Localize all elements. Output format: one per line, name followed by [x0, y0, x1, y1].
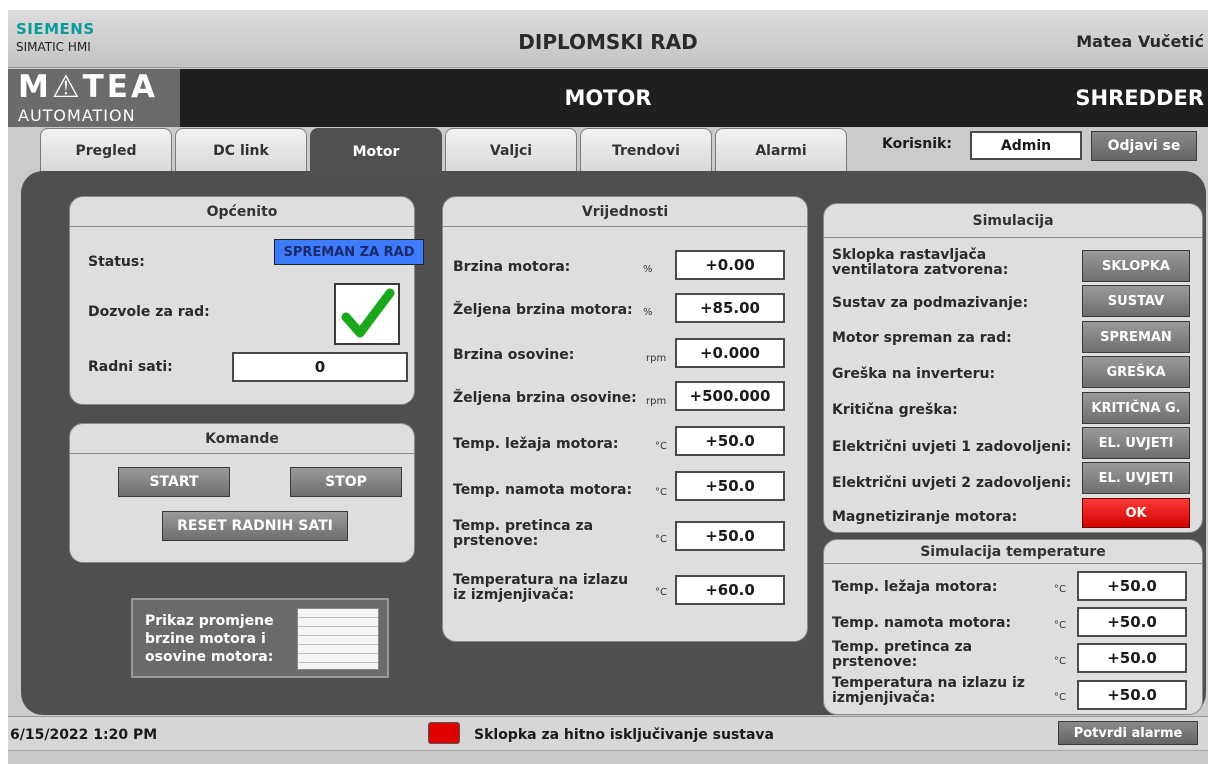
emergency-stop-label: Sklopka za hitno isključivanje sustava — [474, 727, 775, 743]
simulation-title: Simulacija — [824, 204, 1202, 238]
sim-magnetization-button[interactable]: OK — [1082, 498, 1190, 528]
temp-sim-row-label: Temp. ležaja motora: — [832, 579, 998, 595]
value-row-unit: °C — [655, 534, 667, 545]
temp-sim-row-label: Temperatura na izlazu iz izmjenjivača: — [832, 675, 1025, 706]
tab-motor[interactable]: Motor — [310, 128, 442, 174]
status-bar: 6/15/2022 1:20 PM Sklopka za hitno isklj… — [8, 716, 1208, 750]
start-button[interactable]: START — [118, 467, 230, 497]
temp-sim-row-unit: °C — [1054, 620, 1066, 631]
hours-label: Radni sati: — [88, 359, 173, 375]
temp-sim-ring-field[interactable]: +50.0 — [1077, 643, 1187, 673]
tab-pregled[interactable]: Pregled — [40, 128, 172, 172]
sim-row-label: Električni uvjeti 2 zadovoljeni: — [832, 475, 1072, 491]
value-row-label: Željena brzina osovine: — [453, 390, 637, 406]
sim-row-label: Greška na inverteru: — [832, 366, 996, 382]
emergency-stop-indicator — [428, 722, 460, 744]
sim-row-label: Sklopka rastavljača ventilatora zatvoren… — [832, 247, 1009, 278]
exchanger-outlet-temp-field: +60.0 — [675, 575, 785, 605]
value-row-label: Temp. namota motora: — [453, 482, 633, 498]
reset-hours-button[interactable]: RESET RADNIH SATI — [162, 511, 348, 541]
sim-row-label: Magnetiziranje motora: — [832, 509, 1018, 525]
user-field: Admin — [970, 131, 1082, 160]
temp-sim-row-label: Temp. pretinca za prstenove: — [832, 639, 973, 670]
sim-row-label: Sustav za podmazivanje: — [832, 295, 1029, 311]
acknowledge-alarms-button[interactable]: Potvrdi alarme — [1058, 721, 1198, 745]
value-row-unit: °C — [655, 487, 667, 498]
sim-lubrication-button[interactable]: SUSTAV — [1082, 285, 1190, 317]
permissions-indicator — [334, 283, 400, 345]
temp-sim-row-label: Temp. namota motora: — [832, 615, 1012, 631]
status-value: SPREMAN ZA RAD — [274, 239, 424, 265]
speed-trend-label: Prikaz promjene brzine motora i osovine … — [145, 613, 274, 665]
tab-valjci[interactable]: Valjci — [445, 128, 577, 172]
sim-electrical-1-button[interactable]: EL. UVJETI — [1082, 427, 1190, 459]
temp-simulation-title: Simulacija temperature — [824, 540, 1202, 564]
target-shaft-speed-field: +500.000 — [675, 381, 785, 411]
shaft-speed-field: +0.000 — [675, 338, 785, 368]
main-panel: Općenito Status: SPREMAN ZA RAD Dozvole … — [21, 171, 1206, 715]
title-bar: SIEMENS SIMATIC HMI DIPLOMSKI RAD Matea … — [8, 10, 1208, 68]
sim-ready-button[interactable]: SPREMAN — [1082, 321, 1190, 353]
ring-compartment-temp-field: +50.0 — [675, 521, 785, 551]
machine-name: SHREDDER — [1075, 86, 1204, 110]
values-title: Vrijednosti — [443, 197, 807, 227]
temp-sim-row-unit: °C — [1054, 584, 1066, 595]
commands-panel: Komande START STOP RESET RADNIH SATI — [69, 423, 415, 563]
sim-row-label: Električni uvjeti 1 zadovoljeni: — [832, 439, 1072, 455]
tab-dc-link[interactable]: DC link — [175, 128, 307, 172]
hmi-window: SIEMENS SIMATIC HMI DIPLOMSKI RAD Matea … — [8, 10, 1208, 764]
commands-title: Komande — [70, 424, 414, 454]
trend-table-icon — [297, 608, 379, 670]
user-label: Korisnik: — [882, 136, 952, 152]
sim-row-label: Kritična greška: — [832, 402, 958, 418]
sim-switch-button[interactable]: SKLOPKA — [1082, 250, 1190, 282]
simulation-panel: Simulacija Sklopka rastavljača ventilato… — [823, 203, 1203, 533]
values-panel: Vrijednosti Brzina motora: % +0.00 Želje… — [442, 196, 808, 642]
author-name: Matea Vučetić — [1076, 32, 1204, 51]
general-panel: Općenito Status: SPREMAN ZA RAD Dozvole … — [69, 196, 424, 405]
value-row-unit: rpm — [646, 396, 667, 407]
stop-button[interactable]: STOP — [290, 467, 402, 497]
winding-temp-field: +50.0 — [675, 471, 785, 501]
temp-simulation-panel: Simulacija temperature Temp. ležaja moto… — [823, 539, 1203, 715]
tab-trendovi[interactable]: Trendovi — [580, 128, 712, 172]
sim-critical-fault-button[interactable]: KRITIČNA G. — [1082, 392, 1190, 424]
target-motor-speed-field: +85.00 — [675, 293, 785, 323]
sim-inverter-fault-button[interactable]: GREŠKA — [1082, 356, 1190, 388]
temp-sim-row-unit: °C — [1054, 656, 1066, 667]
value-row-unit: % — [643, 307, 653, 318]
datetime: 6/15/2022 1:20 PM — [10, 727, 158, 743]
app-title: DIPLOMSKI RAD — [518, 30, 698, 54]
temp-sim-winding-field[interactable]: +50.0 — [1077, 607, 1187, 637]
value-row-unit: °C — [655, 587, 667, 598]
value-row-unit: % — [643, 264, 653, 275]
bearing-temp-field: +50.0 — [675, 426, 785, 456]
checkmark-icon — [341, 288, 395, 338]
temp-sim-exchanger-field[interactable]: +50.0 — [1077, 680, 1187, 710]
value-row-label: Brzina osovine: — [453, 347, 575, 363]
value-row-label: Brzina motora: — [453, 259, 571, 275]
logout-button[interactable]: Odjavi se — [1091, 131, 1197, 161]
temp-sim-row-unit: °C — [1054, 692, 1066, 703]
value-row-label: Temp. pretinca za prstenove: — [453, 518, 594, 549]
screen-title: MOTOR — [564, 86, 652, 110]
value-row-label: Temperatura na izlazu iz izmjenjivača: — [453, 572, 629, 603]
sim-electrical-2-button[interactable]: EL. UVJETI — [1082, 462, 1190, 494]
sim-row-label: Motor spreman za rad: — [832, 330, 1012, 346]
value-row-unit: °C — [655, 441, 667, 452]
general-title: Općenito — [70, 197, 414, 227]
permissions-label: Dozvole za rad: — [88, 304, 210, 320]
motor-speed-field: +0.00 — [675, 250, 785, 280]
header-bar: M⚠TEA AUTOMATION MOTOR SHREDDER — [8, 69, 1208, 127]
speed-trend-button[interactable]: Prikaz promjene brzine motora i osovine … — [131, 598, 389, 678]
temp-sim-bearing-field[interactable]: +50.0 — [1077, 571, 1187, 601]
bottom-bar — [8, 750, 1208, 764]
value-row-label: Temp. ležaja motora: — [453, 436, 619, 452]
value-row-label: Željena brzina motora: — [453, 302, 633, 318]
status-label: Status: — [88, 254, 145, 270]
tab-alarmi[interactable]: Alarmi — [715, 128, 847, 172]
hours-field: 0 — [232, 352, 408, 382]
value-row-unit: rpm — [646, 353, 667, 364]
